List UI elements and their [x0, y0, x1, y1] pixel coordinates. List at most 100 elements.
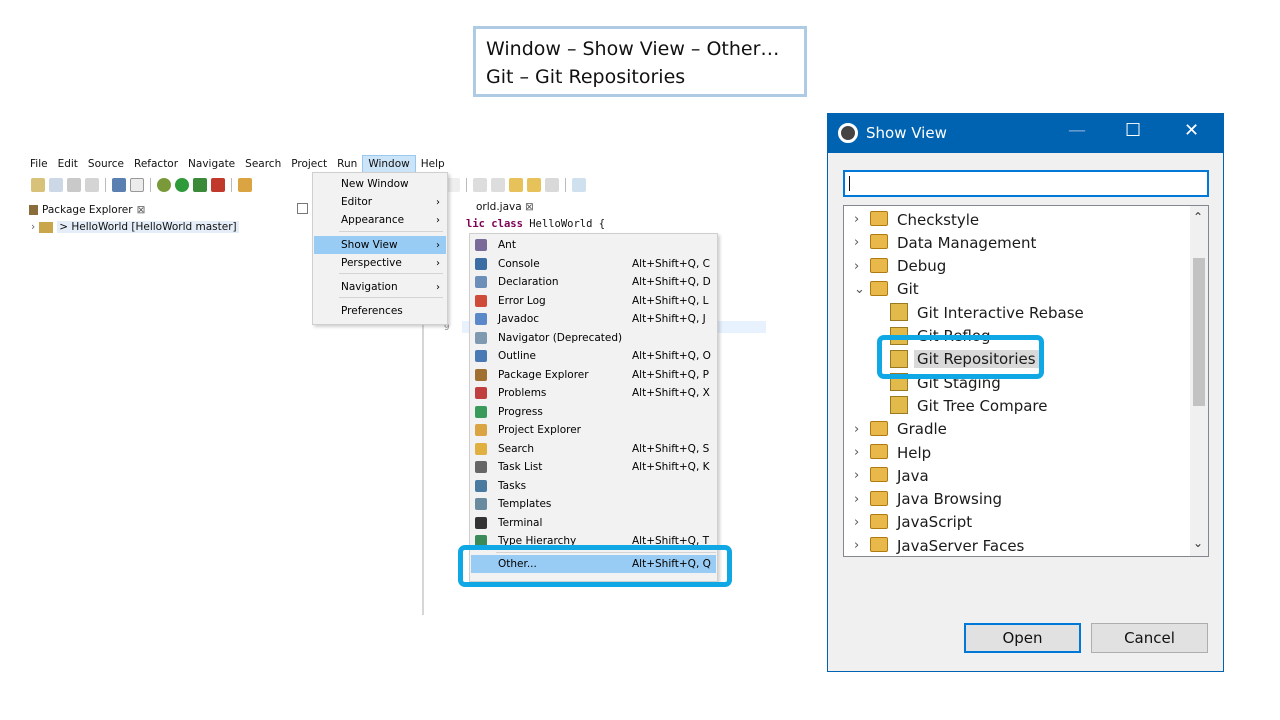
new-project-icon[interactable] [49, 178, 63, 192]
skip-breakpoints-icon[interactable] [130, 178, 144, 192]
tree-item-help[interactable]: › Help [844, 441, 1190, 464]
menubar-item-run[interactable]: Run [332, 155, 362, 173]
tree-item-git[interactable]: ⌄ Git [844, 278, 1190, 301]
view-menu-item-progress[interactable]: Progress [471, 403, 716, 421]
menu-item-show-view[interactable]: Show View › [314, 236, 446, 254]
menubar-item-source[interactable]: Source [83, 155, 129, 173]
scroll-up-icon[interactable]: ⌃ [1193, 210, 1203, 224]
open-type-icon[interactable] [238, 178, 252, 192]
chevron-right-icon[interactable]: › [854, 235, 859, 250]
scroll-down-icon[interactable]: ⌄ [1193, 536, 1203, 550]
chevron-right-icon[interactable]: › [854, 212, 859, 227]
menu-item-navigation[interactable]: Navigation › [314, 278, 446, 296]
menu-item-new-window[interactable]: New Window [314, 175, 446, 193]
view-menu-item-console[interactable]: Console Alt+Shift+Q, C [471, 255, 716, 273]
editor-tab[interactable]: orld.java ⊠ [476, 201, 534, 213]
cancel-button[interactable]: Cancel [1091, 623, 1208, 653]
new-icon[interactable] [31, 178, 45, 192]
tree-item-checkstyle[interactable]: › Checkstyle [844, 208, 1190, 231]
chevron-down-icon[interactable]: ⌄ [854, 282, 865, 297]
view-menu-item-label: Javadoc [498, 313, 540, 325]
filter-input[interactable] [843, 170, 1209, 197]
scrollbar-thumb[interactable] [1193, 258, 1205, 406]
view-menu-item-error-log[interactable]: Error Log Alt+Shift+Q, L [471, 292, 716, 310]
minimize-button[interactable]: — [1068, 120, 1086, 141]
pilcrow-icon[interactable] [446, 178, 460, 192]
external-tools-icon[interactable] [211, 178, 225, 192]
maximize-button[interactable]: ☐ [1125, 120, 1141, 141]
menubar-item-window[interactable]: Window [362, 155, 416, 173]
menu-item-preferences[interactable]: Preferences [314, 302, 446, 320]
tree-item-git-interactive-rebase[interactable]: Git Interactive Rebase [844, 301, 1190, 324]
menubar-item-navigate[interactable]: Navigate [183, 155, 240, 173]
next-annotation-icon[interactable] [473, 178, 487, 192]
prev-annotation-icon[interactable] [491, 178, 505, 192]
close-icon[interactable]: ⊠ [525, 201, 534, 213]
menu-item-perspective[interactable]: Perspective › [314, 254, 446, 272]
git-tree-compare-icon [890, 396, 908, 415]
menu-item-editor[interactable]: Editor › [314, 193, 446, 211]
menubar-item-refactor[interactable]: Refactor [129, 155, 183, 173]
package-explorer-tab[interactable]: Package Explorer ⊠ [29, 201, 145, 219]
view-menu-item-javadoc[interactable]: Javadoc Alt+Shift+Q, J [471, 310, 716, 328]
view-menu-item-problems[interactable]: Problems Alt+Shift+Q, X [471, 384, 716, 402]
tree-item-git-tree-compare[interactable]: Git Tree Compare [844, 394, 1190, 417]
menubar-item-project[interactable]: Project [286, 155, 332, 173]
save-icon[interactable] [67, 178, 81, 192]
view-menu-item-templates[interactable]: Templates [471, 495, 716, 513]
tree-item-gradle[interactable]: › Gradle [844, 418, 1190, 441]
menubar-item-file[interactable]: File [25, 155, 53, 173]
forward-icon[interactable] [545, 178, 559, 192]
chevron-right-icon[interactable]: › [854, 445, 859, 460]
run-icon[interactable] [175, 178, 189, 192]
last-edit-icon[interactable] [509, 178, 523, 192]
view-menu-item-outline[interactable]: Outline Alt+Shift+Q, O [471, 347, 716, 365]
view-menu-item-task-list[interactable]: Task List Alt+Shift+Q, K [471, 458, 716, 476]
code-line[interactable]: lic class HelloWorld { [466, 218, 605, 230]
folder-icon [870, 257, 888, 273]
menu-item-label: New Window [341, 178, 409, 190]
view-menu-item-terminal[interactable]: Terminal [471, 514, 716, 532]
menu-item-appearance[interactable]: Appearance › [314, 211, 446, 229]
code-keyword: class [491, 218, 523, 230]
menubar-item-search[interactable]: Search [240, 155, 286, 173]
tree-item-java-browsing[interactable]: › Java Browsing [844, 488, 1190, 511]
chevron-right-icon[interactable]: › [854, 422, 859, 437]
open-perspective-icon[interactable] [572, 178, 586, 192]
chevron-right-icon[interactable]: › [854, 538, 859, 553]
chevron-right-icon[interactable]: › [854, 468, 859, 483]
project-icon [39, 221, 54, 233]
project-tree-item[interactable]: › > HelloWorld [HelloWorld master] [31, 221, 239, 233]
menu-item-label: Preferences [341, 305, 403, 317]
close-icon[interactable]: ⊠ [137, 204, 146, 216]
view-menu-item-tasks[interactable]: Tasks [471, 477, 716, 495]
close-button[interactable]: ✕ [1184, 120, 1199, 141]
menubar-item-help[interactable]: Help [416, 155, 450, 173]
tree-item-data-management[interactable]: › Data Management [844, 231, 1190, 254]
view-menu-item-ant[interactable]: Ant [471, 236, 716, 254]
save-all-icon[interactable] [85, 178, 99, 192]
chevron-right-icon[interactable]: › [854, 492, 859, 507]
view-menu-item-declaration[interactable]: Declaration Alt+Shift+Q, D [471, 273, 716, 291]
view-menu-item-search[interactable]: Search Alt+Shift+Q, S [471, 440, 716, 458]
shortcut-label: Alt+Shift+Q, C [632, 257, 710, 270]
shortcut-label: Alt+Shift+Q, O [632, 350, 711, 362]
view-menu-item-package-explorer[interactable]: Package Explorer Alt+Shift+Q, P [471, 366, 716, 384]
collapse-all-icon[interactable] [297, 203, 308, 214]
tree-item-java[interactable]: › Java [844, 464, 1190, 487]
tree-item-javaserver-faces[interactable]: › JavaServer Faces [844, 534, 1190, 556]
menubar-item-edit[interactable]: Edit [53, 155, 83, 173]
view-menu-item-project-explorer[interactable]: Project Explorer [471, 421, 716, 439]
coverage-icon[interactable] [193, 178, 207, 192]
open-button[interactable]: Open [964, 623, 1081, 653]
view-menu-item-navigator-deprecated[interactable]: Navigator (Deprecated) [471, 329, 716, 347]
chevron-right-icon[interactable]: › [854, 515, 859, 530]
debug-icon[interactable] [157, 178, 171, 192]
chevron-right-icon[interactable]: › [31, 221, 35, 233]
tree-item-debug[interactable]: › Debug [844, 255, 1190, 278]
terminal-icon[interactable] [112, 178, 126, 192]
chevron-right-icon[interactable]: › [854, 259, 859, 274]
back-icon[interactable] [527, 178, 541, 192]
tree-scrollbar[interactable]: ⌃ ⌄ [1190, 206, 1208, 556]
tree-item-javascript[interactable]: › JavaScript [844, 511, 1190, 534]
